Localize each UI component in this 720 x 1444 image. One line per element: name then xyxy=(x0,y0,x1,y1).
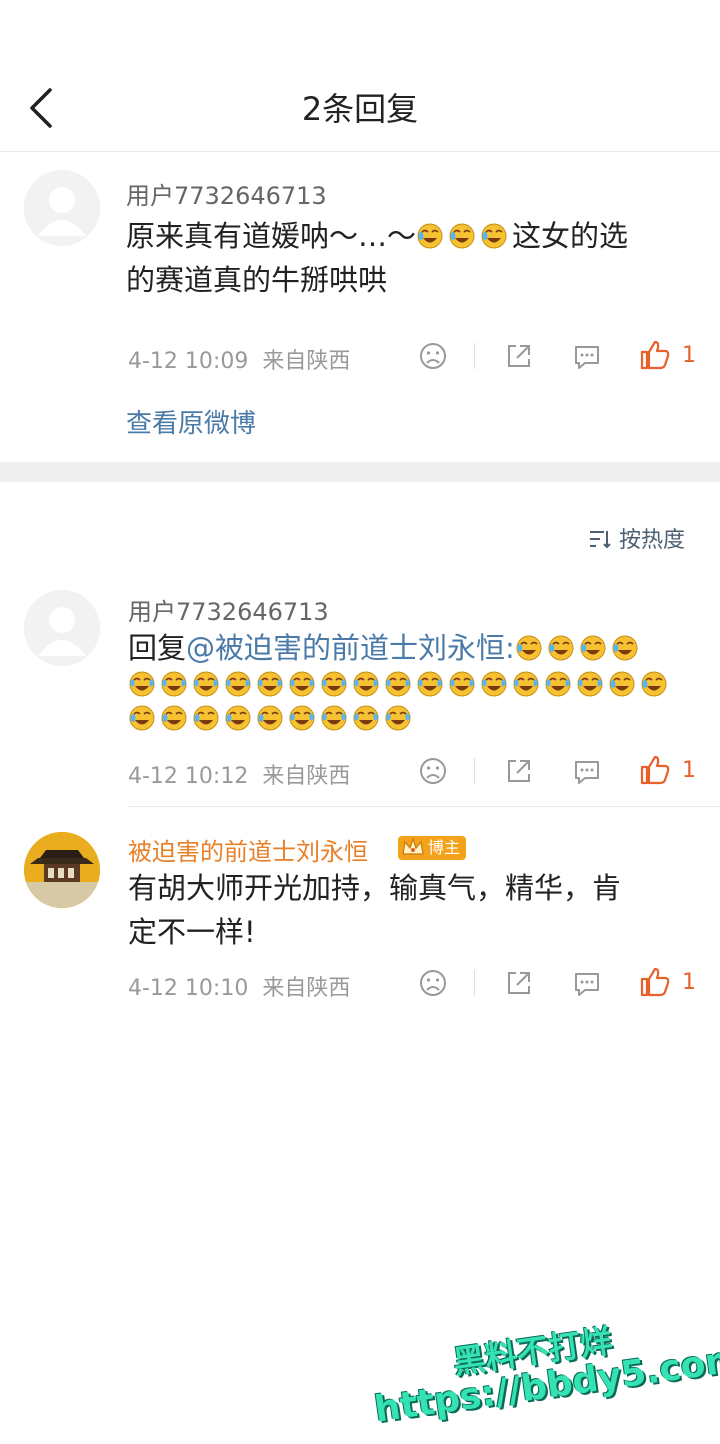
reply-text: 回复@被迫害的前道士刘永恒: xyxy=(128,626,708,670)
username[interactable]: 被迫害的前道士刘永恒 xyxy=(128,832,368,867)
laugh-tears-emoji-icon xyxy=(352,704,380,732)
cry-laugh-emoji-icon xyxy=(515,630,543,661)
dislike-icon[interactable] xyxy=(416,754,450,788)
emoji-row xyxy=(515,631,643,665)
username[interactable]: 用户7732646713 xyxy=(126,176,327,211)
reply-text: 有胡大师开光加持，输真气，精华，肯 定不一样! xyxy=(128,866,708,954)
like-count: 1 xyxy=(682,758,696,783)
laugh-tears-emoji-icon xyxy=(224,670,252,698)
sort-label: 按热度 xyxy=(619,528,686,553)
laugh-tears-emoji-icon xyxy=(288,704,316,732)
laugh-tears-emoji-icon xyxy=(448,670,476,698)
author-badge: 博主 xyxy=(398,834,467,860)
comment-icon[interactable] xyxy=(570,339,604,373)
timestamp: 4-12 10:09 xyxy=(128,349,249,374)
cry-laugh-emoji-icon xyxy=(480,218,508,249)
laugh-tears-emoji-icon xyxy=(160,670,188,698)
share-icon[interactable] xyxy=(502,339,536,373)
crown-icon xyxy=(400,834,426,860)
laugh-tears-emoji-icon xyxy=(288,670,316,698)
view-original-link[interactable]: 查看原微博 xyxy=(126,403,256,440)
comment-icon[interactable] xyxy=(570,754,604,788)
like-icon[interactable] xyxy=(638,338,672,372)
like-count: 1 xyxy=(682,343,696,368)
laugh-tears-emoji-icon xyxy=(544,670,572,698)
cry-laugh-emoji-icon xyxy=(579,630,607,661)
top-bar: 2条回复 xyxy=(0,0,720,152)
laugh-tears-emoji-icon xyxy=(256,670,284,698)
comment-icon[interactable] xyxy=(570,966,604,1000)
dislike-icon[interactable] xyxy=(416,966,450,1000)
sort-icon xyxy=(588,528,612,550)
divider xyxy=(474,758,475,784)
divider xyxy=(474,343,475,369)
laugh-tears-emoji-icon xyxy=(352,670,380,698)
cry-laugh-emoji-icon xyxy=(192,704,220,732)
colon: : xyxy=(505,631,515,665)
share-icon[interactable] xyxy=(502,966,536,1000)
laugh-tears-emoji-icon xyxy=(320,670,348,698)
emoji-row xyxy=(128,670,708,707)
emoji-row xyxy=(128,704,708,741)
like-count: 1 xyxy=(682,970,696,995)
share-icon[interactable] xyxy=(502,754,536,788)
location: 来自陕西 xyxy=(262,349,351,374)
location: 来自陕西 xyxy=(262,976,351,1001)
cry-laugh-emoji-icon xyxy=(608,670,636,698)
laugh-tears-emoji-icon xyxy=(480,670,508,698)
cry-laugh-emoji-icon xyxy=(448,218,476,249)
avatar[interactable] xyxy=(24,170,100,246)
comment-text-line: 的赛道真的牛掰哄哄 xyxy=(126,263,388,297)
badge-label: 博主 xyxy=(428,838,461,857)
cry-laugh-emoji-icon xyxy=(256,704,284,732)
sort-button[interactable]: 按热度 xyxy=(588,522,685,554)
cry-laugh-emoji-icon xyxy=(640,670,668,698)
location: 来自陕西 xyxy=(262,764,351,789)
comment-meta: 4-12 10:12 来自陕西 xyxy=(128,758,350,790)
header-divider xyxy=(0,151,720,152)
laugh-tears-emoji-icon xyxy=(192,670,220,698)
laugh-tears-emoji-icon xyxy=(576,670,604,698)
page-title: 2条回复 xyxy=(301,90,419,128)
reply-divider xyxy=(128,806,720,807)
laugh-tears-emoji-icon xyxy=(384,704,412,732)
cry-laugh-emoji-icon xyxy=(128,704,156,732)
laugh-tears-emoji-icon xyxy=(416,670,444,698)
timestamp: 4-12 10:12 xyxy=(128,764,249,789)
cry-laugh-emoji-icon xyxy=(416,218,444,249)
section-divider xyxy=(0,462,720,482)
mention-link[interactable]: @被迫害的前道士刘永恒 xyxy=(186,631,505,665)
like-icon[interactable] xyxy=(638,965,672,999)
laugh-tears-emoji-icon xyxy=(128,670,156,698)
laugh-tears-emoji-icon xyxy=(512,670,540,698)
like-icon[interactable] xyxy=(638,753,672,787)
cry-laugh-emoji-icon xyxy=(547,630,575,661)
comment-meta: 4-12 10:10 来自陕西 xyxy=(128,970,350,1002)
divider xyxy=(474,970,475,996)
timestamp: 4-12 10:10 xyxy=(128,976,249,1001)
dislike-icon[interactable] xyxy=(416,339,450,373)
cry-laugh-emoji-icon xyxy=(160,704,188,732)
laugh-tears-emoji-icon xyxy=(384,670,412,698)
comment-meta: 4-12 10:09 来自陕西 xyxy=(128,343,350,375)
comment-text: 原来真有道媛呐～…～ 这女的选 的赛道真的牛掰哄哄 xyxy=(126,214,706,302)
reply-text-line: 有胡大师开光加持，输真气，精华，肯 xyxy=(128,871,622,905)
cry-laugh-emoji-icon xyxy=(611,630,639,661)
comment-text-part: 这女的选 xyxy=(512,219,629,253)
comment-text-part: 原来真有道媛呐～…～ xyxy=(126,219,417,253)
username[interactable]: 用户7732646713 xyxy=(128,592,329,627)
avatar[interactable] xyxy=(24,590,100,666)
reply-text-line: 定不一样! xyxy=(128,915,256,949)
avatar[interactable] xyxy=(24,832,100,908)
laugh-tears-emoji-icon xyxy=(320,704,348,732)
reply-prefix: 回复 xyxy=(128,631,187,665)
cry-laugh-emoji-icon xyxy=(224,704,252,732)
